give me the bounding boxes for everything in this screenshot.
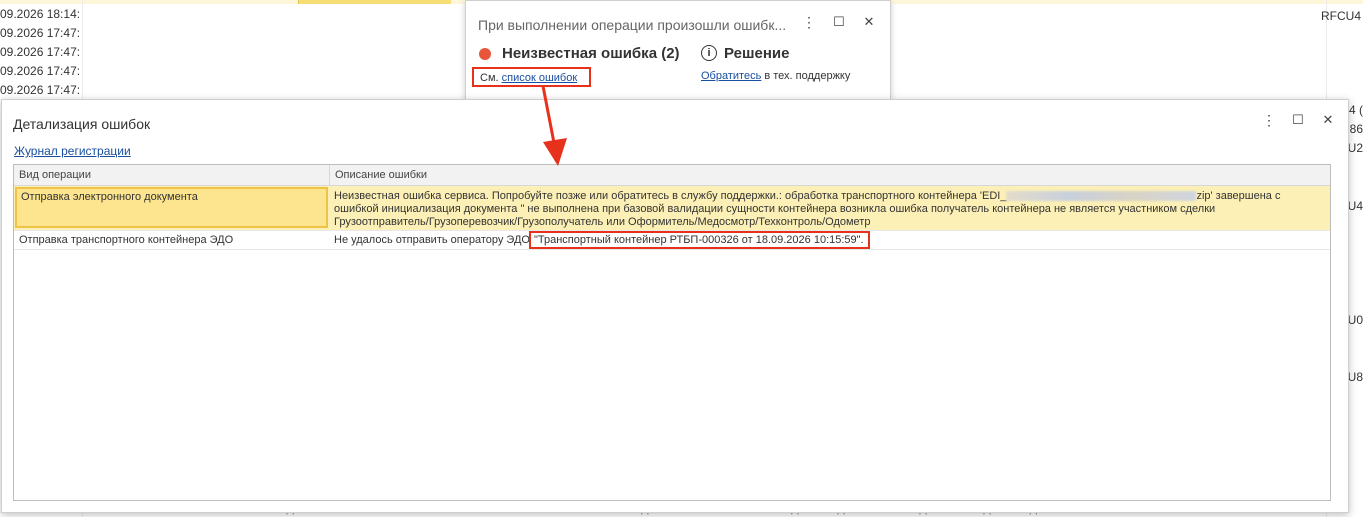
table-row[interactable]: Отправка электронного документа Неизвест… <box>14 186 1330 231</box>
column-header-operation[interactable]: Вид операции <box>14 165 329 185</box>
error-count-label[interactable]: Неизвестная ошибка (2) <box>502 45 680 62</box>
more-options-icon[interactable]: ⋮ <box>800 13 818 31</box>
description-text: ошибкой инициализация документа " не вып… <box>334 203 1216 215</box>
background-date-cell[interactable]: 09.2026 17:47: <box>0 62 100 81</box>
background-date-cell[interactable]: 09.2026 17:47: <box>0 81 100 100</box>
background-date-cell[interactable]: 09.2026 17:47: <box>0 24 100 43</box>
background-code-cell[interactable]: RFCU4 <box>1321 9 1361 23</box>
event-log-link[interactable]: Журнал регистрации <box>14 144 131 158</box>
background-code-cell[interactable]: U8 <box>1348 370 1363 384</box>
description-text: Не удалось отправить оператору ЭДО <box>334 234 530 246</box>
background-date-cell[interactable]: 09.2026 18:14: <box>0 5 100 24</box>
maximize-icon[interactable]: ☐ <box>1289 111 1307 129</box>
solution-label[interactable]: Решение <box>724 45 789 62</box>
popup-title: При выполнении операции произошли ошибк.… <box>478 17 787 33</box>
error-details-dialog: Детализация ошибок ⋮ ☐ ✕ Журнал регистра… <box>1 99 1349 513</box>
more-options-icon[interactable]: ⋮ <box>1260 111 1278 129</box>
table-header: Вид операции Описание ошибки <box>14 165 1330 186</box>
errors-table[interactable]: Вид операции Описание ошибки Отправка эл… <box>13 164 1331 501</box>
close-icon[interactable]: ✕ <box>860 13 878 31</box>
see-errors-highlight: См. список ошибок <box>472 67 591 87</box>
description-cell[interactable]: Неизвестная ошибка сервиса. Попробуйте п… <box>334 190 1280 229</box>
container-highlight: "Транспортный контейнер РТБП-000326 от 1… <box>528 231 870 249</box>
error-popup: При выполнении операции произошли ошибк.… <box>465 0 891 100</box>
redacted-filename <box>1006 191 1197 202</box>
description-text: Неизвестная ошибка сервиса. Попробуйте п… <box>334 190 1007 202</box>
background-code-cell[interactable]: U4 <box>1348 199 1363 213</box>
operation-cell[interactable]: Отправка электронного документа <box>15 187 328 228</box>
column-header-description[interactable]: Описание ошибки <box>330 165 1330 185</box>
table-row[interactable]: Отправка транспортного контейнера ЭДО Не… <box>14 231 1330 250</box>
description-text: zip' завершена с <box>1196 190 1281 202</box>
dialog-title: Детализация ошибок <box>13 116 151 132</box>
see-prefix: См. <box>480 72 499 84</box>
background-date-cell[interactable]: 09.2026 17:47: <box>0 43 100 62</box>
close-icon[interactable]: ✕ <box>1319 111 1337 129</box>
support-suffix: в тех. поддержку <box>764 70 851 82</box>
description-cell[interactable]: Не удалось отправить оператору ЭДО "Транс… <box>334 231 870 249</box>
error-dot-icon <box>479 48 491 60</box>
error-list-link[interactable]: список ошибок <box>502 72 578 84</box>
info-icon: i <box>701 45 717 61</box>
contact-support-link[interactable]: Обратитесь <box>701 70 761 82</box>
support-hint: Обратитесь в тех. поддержку <box>701 70 850 82</box>
maximize-icon[interactable]: ☐ <box>830 13 848 31</box>
background-selected-cell <box>298 0 451 4</box>
description-text: Грузоотправитель/Грузоперевозчик/Грузопо… <box>334 216 871 228</box>
operation-cell[interactable]: Отправка транспортного контейнера ЭДО <box>19 234 233 246</box>
